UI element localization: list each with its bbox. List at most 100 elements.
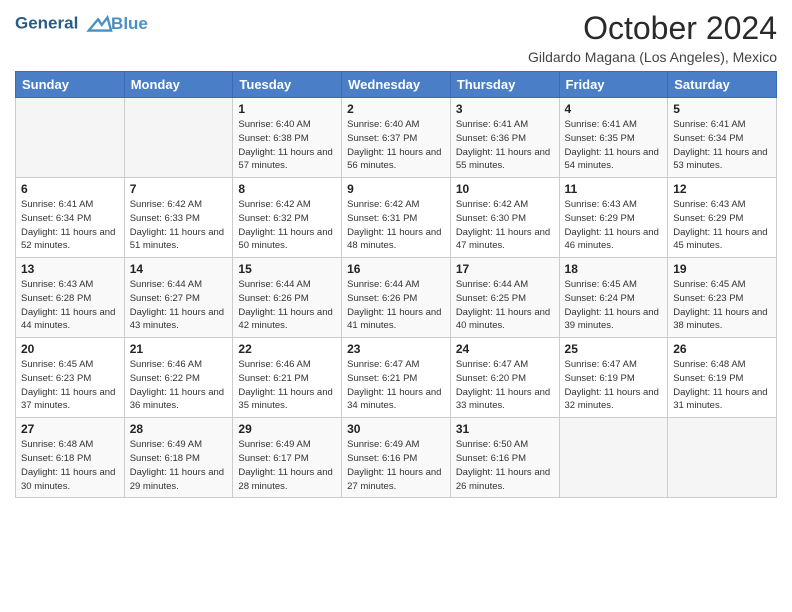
table-row: 12 Sunrise: 6:43 AMSunset: 6:29 PMDayligh…: [668, 178, 777, 258]
table-row: 6 Sunrise: 6:41 AMSunset: 6:34 PMDaylight…: [16, 178, 125, 258]
day-info: Sunrise: 6:46 AMSunset: 6:22 PMDaylight:…: [130, 358, 228, 413]
week-row-4: 27Sunrise: 6:48 AMSunset: 6:18 PMDayligh…: [16, 418, 777, 498]
logo-bird-icon: [85, 10, 113, 38]
header-row: Sunday Monday Tuesday Wednesday Thursday…: [16, 72, 777, 98]
day-info: Sunrise: 6:41 AMSunset: 6:34 PMDaylight:…: [673, 118, 771, 173]
table-row: 15Sunrise: 6:44 AMSunset: 6:26 PMDayligh…: [233, 258, 342, 338]
day-info: Sunrise: 6:48 AMSunset: 6:18 PMDaylight:…: [21, 438, 119, 493]
day-info: Sunrise: 6:41 AMSunset: 6:36 PMDaylight:…: [456, 118, 554, 173]
table-row: 4 Sunrise: 6:41 AMSunset: 6:35 PMDaylight…: [559, 98, 668, 178]
table-row: 13Sunrise: 6:43 AMSunset: 6:28 PMDayligh…: [16, 258, 125, 338]
table-row: 21 Sunrise: 6:46 AMSunset: 6:22 PMDayligh…: [124, 338, 233, 418]
day-info: Sunrise: 6:43 AMSunset: 6:29 PMDaylight:…: [673, 198, 771, 253]
day-number: 17: [456, 262, 554, 276]
day-number: 29: [238, 422, 336, 436]
day-number: 6: [21, 182, 119, 196]
day-info: Sunrise: 6:49 AMSunset: 6:16 PMDaylight:…: [347, 438, 445, 493]
table-row: 18 Sunrise: 6:45 AMSunset: 6:24 PMDayligh…: [559, 258, 668, 338]
day-info: Sunrise: 6:44 AMSunset: 6:27 PMDaylight:…: [130, 278, 228, 333]
table-row: 9 Sunrise: 6:42 AMSunset: 6:31 PMDaylight…: [342, 178, 451, 258]
table-row: 19 Sunrise: 6:45 AMSunset: 6:23 PMDayligh…: [668, 258, 777, 338]
day-number: 4: [565, 102, 663, 116]
table-row: 24Sunrise: 6:47 AMSunset: 6:20 PMDayligh…: [450, 338, 559, 418]
day-number: 10: [456, 182, 554, 196]
day-number: 1: [238, 102, 336, 116]
day-number: 11: [565, 182, 663, 196]
day-number: 26: [673, 342, 771, 356]
calendar-header: Sunday Monday Tuesday Wednesday Thursday…: [16, 72, 777, 98]
calendar-table: Sunday Monday Tuesday Wednesday Thursday…: [15, 71, 777, 498]
day-number: 28: [130, 422, 228, 436]
table-row: 31 Sunrise: 6:50 AMSunset: 6:16 PMDayligh…: [450, 418, 559, 498]
day-info: Sunrise: 6:42 AMSunset: 6:30 PMDaylight:…: [456, 198, 554, 253]
day-info: Sunrise: 6:45 AMSunset: 6:23 PMDaylight:…: [673, 278, 771, 333]
table-row: 11 Sunrise: 6:43 AMSunset: 6:29 PMDayligh…: [559, 178, 668, 258]
table-row: [16, 98, 125, 178]
day-info: Sunrise: 6:41 AMSunset: 6:34 PMDaylight:…: [21, 198, 119, 253]
day-number: 25: [565, 342, 663, 356]
col-wednesday: Wednesday: [342, 72, 451, 98]
table-row: 25 Sunrise: 6:47 AMSunset: 6:19 PMDayligh…: [559, 338, 668, 418]
table-row: 28 Sunrise: 6:49 AMSunset: 6:18 PMDayligh…: [124, 418, 233, 498]
day-number: 31: [456, 422, 554, 436]
week-row-1: 6 Sunrise: 6:41 AMSunset: 6:34 PMDaylight…: [16, 178, 777, 258]
day-info: Sunrise: 6:47 AMSunset: 6:19 PMDaylight:…: [565, 358, 663, 413]
table-row: 14 Sunrise: 6:44 AMSunset: 6:27 PMDayligh…: [124, 258, 233, 338]
table-row: 20Sunrise: 6:45 AMSunset: 6:23 PMDayligh…: [16, 338, 125, 418]
table-row: [559, 418, 668, 498]
day-info: Sunrise: 6:40 AMSunset: 6:38 PMDaylight:…: [238, 118, 336, 173]
day-info: Sunrise: 6:47 AMSunset: 6:21 PMDaylight:…: [347, 358, 445, 413]
logo-text: General: [15, 10, 113, 38]
table-row: 10 Sunrise: 6:42 AMSunset: 6:30 PMDayligh…: [450, 178, 559, 258]
table-row: [668, 418, 777, 498]
day-info: Sunrise: 6:50 AMSunset: 6:16 PMDaylight:…: [456, 438, 554, 493]
day-number: 18: [565, 262, 663, 276]
page: General Blue October 2024 Gildardo Magan…: [0, 0, 792, 612]
table-row: 5 Sunrise: 6:41 AMSunset: 6:34 PMDaylight…: [668, 98, 777, 178]
day-number: 12: [673, 182, 771, 196]
day-info: Sunrise: 6:42 AMSunset: 6:31 PMDaylight:…: [347, 198, 445, 253]
day-info: Sunrise: 6:44 AMSunset: 6:26 PMDaylight:…: [347, 278, 445, 333]
week-row-0: 1 Sunrise: 6:40 AMSunset: 6:38 PMDaylight…: [16, 98, 777, 178]
table-row: 17Sunrise: 6:44 AMSunset: 6:25 PMDayligh…: [450, 258, 559, 338]
table-row: 27Sunrise: 6:48 AMSunset: 6:18 PMDayligh…: [16, 418, 125, 498]
day-number: 9: [347, 182, 445, 196]
day-info: Sunrise: 6:49 AMSunset: 6:18 PMDaylight:…: [130, 438, 228, 493]
table-row: 29 Sunrise: 6:49 AMSunset: 6:17 PMDayligh…: [233, 418, 342, 498]
col-tuesday: Tuesday: [233, 72, 342, 98]
day-number: 13: [21, 262, 119, 276]
day-info: Sunrise: 6:42 AMSunset: 6:33 PMDaylight:…: [130, 198, 228, 253]
day-number: 22: [238, 342, 336, 356]
day-info: Sunrise: 6:41 AMSunset: 6:35 PMDaylight:…: [565, 118, 663, 173]
day-number: 7: [130, 182, 228, 196]
day-number: 30: [347, 422, 445, 436]
table-row: 7 Sunrise: 6:42 AMSunset: 6:33 PMDaylight…: [124, 178, 233, 258]
day-number: 24: [456, 342, 554, 356]
day-info: Sunrise: 6:45 AMSunset: 6:24 PMDaylight:…: [565, 278, 663, 333]
month-title: October 2024: [528, 10, 777, 47]
table-row: 3 Sunrise: 6:41 AMSunset: 6:36 PMDaylight…: [450, 98, 559, 178]
subtitle: Gildardo Magana (Los Angeles), Mexico: [528, 49, 777, 65]
table-row: 22Sunrise: 6:46 AMSunset: 6:21 PMDayligh…: [233, 338, 342, 418]
col-monday: Monday: [124, 72, 233, 98]
day-number: 5: [673, 102, 771, 116]
day-info: Sunrise: 6:45 AMSunset: 6:23 PMDaylight:…: [21, 358, 119, 413]
day-number: 19: [673, 262, 771, 276]
day-number: 16: [347, 262, 445, 276]
week-row-2: 13Sunrise: 6:43 AMSunset: 6:28 PMDayligh…: [16, 258, 777, 338]
table-row: [124, 98, 233, 178]
col-thursday: Thursday: [450, 72, 559, 98]
table-row: 16 Sunrise: 6:44 AMSunset: 6:26 PMDayligh…: [342, 258, 451, 338]
day-number: 21: [130, 342, 228, 356]
day-info: Sunrise: 6:49 AMSunset: 6:17 PMDaylight:…: [238, 438, 336, 493]
col-sunday: Sunday: [16, 72, 125, 98]
day-info: Sunrise: 6:43 AMSunset: 6:29 PMDaylight:…: [565, 198, 663, 253]
day-number: 14: [130, 262, 228, 276]
col-friday: Friday: [559, 72, 668, 98]
day-number: 2: [347, 102, 445, 116]
day-number: 23: [347, 342, 445, 356]
table-row: 26Sunrise: 6:48 AMSunset: 6:19 PMDayligh…: [668, 338, 777, 418]
header: General Blue October 2024 Gildardo Magan…: [15, 10, 777, 65]
logo-blue: Blue: [111, 14, 148, 34]
day-number: 3: [456, 102, 554, 116]
